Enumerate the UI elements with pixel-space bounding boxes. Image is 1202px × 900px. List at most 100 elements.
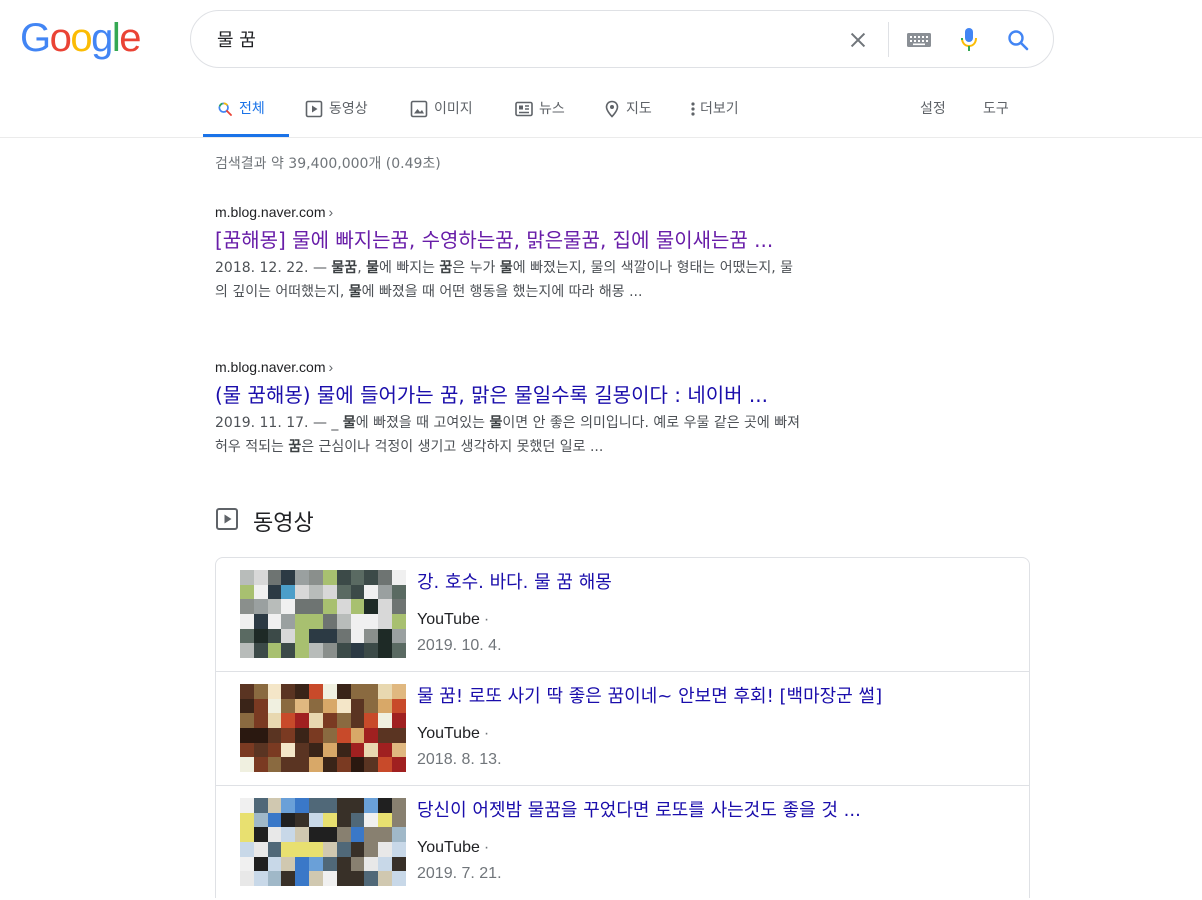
logo-letter: o <box>49 16 72 60</box>
result-title-link[interactable]: (물 꿈해몽) 물에 들어가는 꿈, 맑은 물일수록 길몽이다 : 네이버 ..… <box>215 382 975 408</box>
thumbnail-pixel <box>240 798 254 813</box>
thumbnail-pixel <box>253 698 268 714</box>
thumbnail-pixel <box>309 856 323 872</box>
thumbnail-pixel <box>322 842 337 857</box>
thumbnail-pixel <box>267 684 282 699</box>
result-snippet: 2019. 11. 17. — _ 물에 빠졌을 때 고여있는 물이면 안 좋은… <box>215 411 975 459</box>
tab-more[interactable]: 더보기 <box>690 88 739 137</box>
snippet-highlight: 물꿈 <box>331 260 358 276</box>
tab-maps[interactable]: 지도 <box>604 88 652 137</box>
thumbnail-pixel <box>336 713 351 728</box>
tab-videos[interactable]: 동영상 <box>305 88 368 137</box>
search-tabs: 전체 동영상 이미지 뉴스 지도 더보기 설정 도구 <box>0 88 1202 138</box>
video-item[interactable]: 강. 호수. 바다. 물 꿈 해몽 YouTube · 2019. 10. 4. <box>216 558 1029 672</box>
thumbnail-pixel <box>336 570 351 585</box>
thumbnail-pixel <box>267 827 282 842</box>
thumbnail-pixel <box>350 584 365 600</box>
thumbnail-pixel <box>364 842 379 857</box>
thumbnail-pixel <box>253 628 268 644</box>
thumbnail-pixel <box>309 798 323 813</box>
thumbnail-pixel <box>240 728 254 743</box>
video-source: YouTube · <box>417 611 489 629</box>
settings-link[interactable]: 설정 <box>920 88 946 137</box>
thumbnail-pixel <box>240 842 254 857</box>
thumbnail-pixel <box>281 812 296 828</box>
video-title-link[interactable]: 물 꿈! 로또 사기 딱 좋은 꿈이네~ 안보면 후회! [백마장군 썰] <box>417 682 882 708</box>
video-thumbnail[interactable] <box>240 798 406 886</box>
thumbnail-pixel <box>336 643 351 658</box>
snippet-text: , <box>357 260 367 276</box>
thumbnail-pixel <box>253 599 268 614</box>
tab-all[interactable]: 전체 <box>203 88 289 137</box>
video-item[interactable]: 물 꿈! 로또 사기 딱 좋은 꿈이네~ 안보면 후회! [백마장군 썰] Yo… <box>216 672 1029 786</box>
thumbnail-pixel <box>281 827 296 842</box>
tab-news[interactable]: 뉴스 <box>515 88 565 137</box>
thumbnail-pixel <box>336 757 351 772</box>
snippet-highlight: 물 <box>489 415 503 431</box>
thumbnail-pixel <box>240 599 254 614</box>
thumbnail-pixel <box>240 628 254 644</box>
thumbnail-pixel <box>350 842 365 857</box>
thumbnail-pixel <box>253 728 268 743</box>
thumbnail-pixel <box>350 728 365 743</box>
thumbnail-pixel <box>253 798 268 813</box>
thumbnail-pixel <box>336 684 351 699</box>
thumbnail-pixel <box>281 742 296 758</box>
tools-link[interactable]: 도구 <box>983 88 1009 137</box>
thumbnail-pixel <box>350 614 365 629</box>
video-title-link[interactable]: 강. 호수. 바다. 물 꿈 해몽 <box>417 568 612 594</box>
video-thumbnail[interactable] <box>240 684 406 772</box>
thumbnail-pixel <box>364 628 379 644</box>
thumbnail-pixel <box>350 628 365 644</box>
thumbnail-pixel <box>309 684 323 699</box>
tools-label: 도구 <box>983 101 1009 117</box>
keyboard-icon[interactable] <box>904 25 934 55</box>
snippet-text: 에 빠졌을 때 어떤 행동을 했는지에 따라 해몽 ... <box>361 284 643 300</box>
thumbnail-pixel <box>322 812 337 828</box>
thumbnail-pixel <box>392 599 406 614</box>
thumbnail-pixel <box>322 728 337 743</box>
video-item[interactable]: 당신이 어젯밤 물꿈을 꾸었다면 로또를 사는것도 좋을 것 ... YouTu… <box>216 786 1029 900</box>
close-icon[interactable] <box>843 25 873 55</box>
thumbnail-pixel <box>378 812 393 828</box>
thumbnail-pixel <box>392 798 406 813</box>
thumbnail-pixel <box>281 757 296 772</box>
thumbnail-pixel <box>322 570 337 585</box>
thumbnail-pixel <box>350 798 365 813</box>
thumbnail-pixel <box>364 684 379 699</box>
thumbnail-pixel <box>336 742 351 758</box>
thumbnail-pixel <box>309 599 323 614</box>
thumbnail-pixel <box>392 871 406 886</box>
video-title-link[interactable]: 당신이 어젯밤 물꿈을 꾸었다면 로또를 사는것도 좋을 것 ... <box>417 796 861 822</box>
thumbnail-pixel <box>392 827 406 842</box>
snippet-highlight: 물 <box>366 260 379 276</box>
thumbnail-pixel <box>309 713 323 728</box>
snippet-text: 에 빠지는 <box>378 260 440 276</box>
thumbnail-pixel <box>295 628 310 644</box>
logo-letter: G <box>20 16 51 60</box>
thumbnail-pixel <box>350 871 365 886</box>
search-input[interactable] <box>217 28 797 49</box>
thumbnail-pixel <box>267 614 282 629</box>
thumbnail-pixel <box>309 614 323 629</box>
thumbnail-pixel <box>378 757 393 772</box>
video-thumbnail[interactable] <box>240 570 406 658</box>
thumbnail-pixel <box>392 643 406 658</box>
thumbnail-pixel <box>267 842 282 857</box>
thumbnail-pixel <box>309 698 323 714</box>
google-logo[interactable]: Google <box>20 16 141 60</box>
tab-images[interactable]: 이미지 <box>410 88 473 137</box>
thumbnail-pixel <box>336 812 351 828</box>
result-stats: 검색결과 약 39,400,000개 (0.49초) <box>215 156 441 172</box>
thumbnail-pixel <box>378 827 393 842</box>
result-title-link[interactable]: [꿈해몽] 물에 빠지는꿈, 수영하는꿈, 맑은물꿈, 집에 물이새는꿈 ... <box>215 227 975 253</box>
thumbnail-pixel <box>309 842 323 857</box>
result-cite[interactable]: m.blog.naver.com › <box>215 202 975 222</box>
thumbnail-pixel <box>364 757 379 772</box>
thumbnail-pixel <box>253 856 268 872</box>
search-icon[interactable] <box>1003 25 1033 55</box>
thumbnail-pixel <box>364 798 379 813</box>
mic-icon[interactable] <box>954 25 984 55</box>
result-cite[interactable]: m.blog.naver.com › <box>215 357 975 377</box>
search-divider <box>888 22 889 57</box>
